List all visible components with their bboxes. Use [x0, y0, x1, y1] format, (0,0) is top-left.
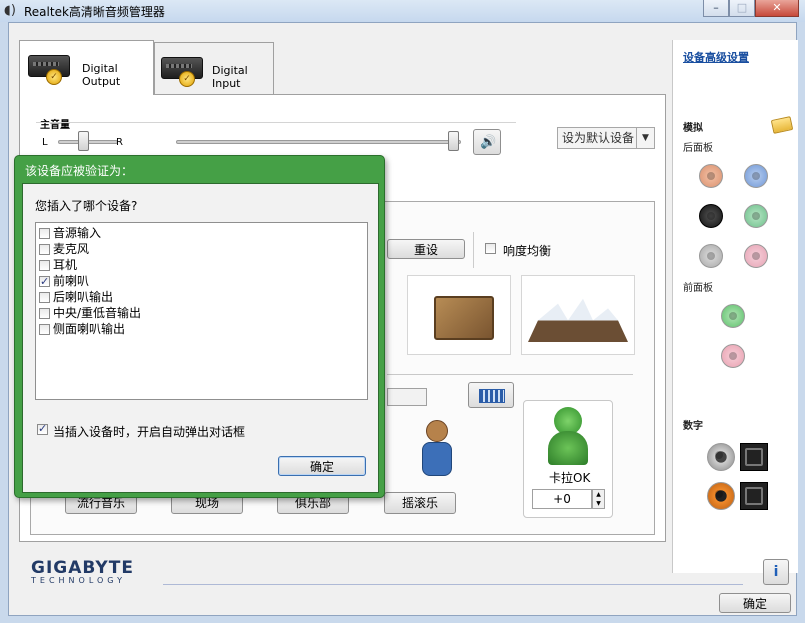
list-item-label: 中央/重低音输出	[53, 306, 142, 320]
divider	[473, 232, 474, 268]
balance-left-label: L	[42, 137, 48, 148]
effect-field[interactable]	[387, 388, 427, 406]
back-jack-green[interactable]	[744, 204, 768, 228]
digital-title: 数字	[683, 421, 703, 432]
list-item-label: 后喇叭输出	[53, 290, 114, 304]
list-item[interactable]: 侧面喇叭输出	[39, 321, 125, 337]
device-checkbox[interactable]	[39, 274, 50, 290]
opera-house-icon	[528, 298, 628, 342]
guitar-figure-icon[interactable]	[416, 420, 464, 480]
divider	[387, 374, 633, 375]
front-jack-pink[interactable]	[721, 344, 745, 368]
tab-label: Digital Input	[212, 64, 248, 90]
connector-side-panel: 设备高级设置 模拟 后面板 前面板 数字	[672, 40, 798, 573]
dialog-title: 该设备应被验证为：	[25, 164, 134, 178]
karaoke-pitch-input[interactable]: +0	[532, 489, 592, 509]
device-checkbox[interactable]	[39, 324, 50, 335]
volume-track	[176, 140, 461, 144]
divider	[36, 122, 516, 123]
equalizer-icon	[479, 389, 505, 403]
chevron-down-icon: ▼	[636, 128, 654, 148]
info-button[interactable]: i	[763, 559, 789, 585]
karaoke-label: 卡拉OK	[549, 471, 591, 485]
padded-cell-icon	[434, 296, 494, 340]
optical-jack-icon[interactable]	[740, 443, 768, 471]
list-item[interactable]: 前喇叭	[39, 273, 90, 290]
list-item[interactable]: 耳机	[39, 257, 77, 273]
balance-slider[interactable]	[78, 131, 89, 151]
close-button[interactable]: ✕	[755, 0, 799, 17]
device-verification-dialog: 该设备应被验证为： 您插入了哪个设备? 音源输入 麦克风 耳机 前喇叭 后喇叭输…	[14, 155, 385, 498]
tab-digital-output[interactable]: ✓ Digital Output	[19, 40, 154, 95]
folder-icon[interactable]	[770, 116, 794, 134]
minimize-button[interactable]: –	[703, 0, 729, 17]
coax-jack-orange[interactable]	[707, 482, 735, 510]
gigabyte-logo: GIGABYTE TECHNOLOGY	[31, 558, 134, 585]
reset-button[interactable]: 重设	[387, 239, 465, 259]
brand-name: GIGABYTE	[31, 558, 134, 578]
tab-digital-input[interactable]: ✓ Digital Input	[154, 42, 274, 94]
dialog-body: 您插入了哪个设备? 音源输入 麦克风 耳机 前喇叭 后喇叭输出 中央/重低音输出…	[22, 183, 379, 493]
advanced-settings-link[interactable]: 设备高级设置	[683, 49, 749, 65]
optical-jack-icon[interactable]	[740, 482, 768, 510]
device-checkbox[interactable]	[39, 244, 50, 255]
loudness-checkbox[interactable]	[485, 243, 496, 254]
list-item-label: 耳机	[53, 258, 78, 272]
karaoke-person-icon	[546, 407, 590, 465]
list-item[interactable]: 中央/重低音输出	[39, 305, 141, 321]
volume-slider[interactable]	[448, 131, 459, 151]
maximize-button[interactable]: □	[729, 0, 755, 17]
device-checkbox[interactable]	[39, 292, 50, 303]
main-volume-title: 主音量	[40, 120, 70, 131]
karaoke-panel: 卡拉OK +0 ▲ ▼	[523, 400, 613, 518]
list-item[interactable]: 后喇叭输出	[39, 289, 113, 305]
back-panel-label: 后面板	[683, 143, 713, 154]
front-jack-green[interactable]	[721, 304, 745, 328]
check-badge-icon: ✓	[179, 71, 195, 87]
equalizer-button[interactable]	[468, 382, 514, 408]
speaker-app-icon: ◖)	[4, 3, 16, 18]
karaoke-stepper[interactable]: ▲ ▼	[592, 489, 605, 509]
dropdown-value: 设为默认设备	[562, 131, 635, 145]
auto-popup-label: 当插入设备时，开启自动弹出对话框	[53, 425, 246, 439]
list-item-label: 侧面喇叭输出	[53, 322, 126, 336]
coax-jack-black[interactable]	[707, 443, 735, 471]
list-item-label: 前喇叭	[53, 274, 90, 288]
check-badge-icon: ✓	[46, 69, 62, 85]
back-jack-gray[interactable]	[699, 244, 723, 268]
balance-right-label: R	[116, 137, 123, 148]
back-jack-orange[interactable]	[699, 164, 723, 188]
list-item[interactable]: 音源输入	[39, 225, 101, 241]
environment-padded-cell[interactable]	[407, 275, 511, 355]
set-default-device-dropdown[interactable]: 设为默认设备 ▼	[557, 127, 655, 149]
device-list: 音源输入 麦克风 耳机 前喇叭 后喇叭输出 中央/重低音输出 侧面喇叭输出	[35, 222, 368, 400]
ok-button[interactable]: 确定	[719, 593, 791, 613]
list-item-label: 麦克风	[53, 242, 90, 256]
auto-popup-checkbox[interactable]	[37, 422, 48, 435]
device-checkbox[interactable]	[39, 308, 50, 319]
list-item-label: 音源输入	[53, 226, 102, 240]
tab-label: Digital Output	[82, 62, 121, 88]
back-jack-black[interactable]	[699, 204, 723, 228]
window-title: Realtek高清晰音频管理器	[24, 5, 165, 19]
dialog-question: 您插入了哪个设备?	[35, 199, 138, 213]
analog-title: 模拟	[683, 123, 703, 134]
divider	[163, 584, 743, 585]
front-panel-label: 前面板	[683, 283, 713, 294]
mute-button[interactable]: 🔊	[473, 129, 501, 155]
window-controls: – □ ✕	[703, 0, 799, 17]
brand-sub: TECHNOLOGY	[31, 576, 126, 585]
info-icon: i	[773, 564, 779, 580]
back-jack-pink[interactable]	[744, 244, 768, 268]
dialog-ok-button[interactable]: 确定	[278, 456, 366, 476]
back-jack-blue[interactable]	[744, 164, 768, 188]
environment-opera-house[interactable]	[521, 275, 635, 355]
list-item[interactable]: 麦克风	[39, 241, 89, 257]
device-checkbox[interactable]	[39, 260, 50, 271]
loudness-label: 响度均衡	[503, 244, 552, 258]
title-bar: ◖) Realtek高清晰音频管理器 – □ ✕	[0, 0, 805, 22]
speaker-icon: 🔊	[480, 135, 497, 150]
device-checkbox[interactable]	[39, 228, 50, 239]
preset-rock-button[interactable]: 摇滚乐	[384, 492, 456, 514]
